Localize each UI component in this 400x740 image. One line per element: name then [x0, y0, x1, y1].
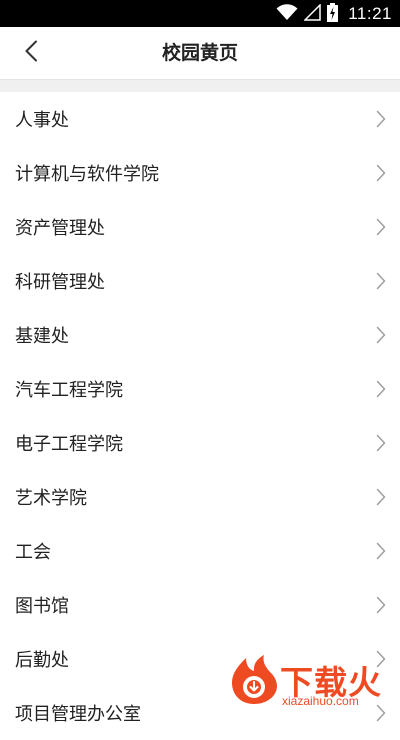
back-button[interactable] [14, 37, 48, 69]
list-item[interactable]: 电子工程学院 [0, 416, 400, 470]
list-item-label: 科研管理处 [15, 272, 105, 293]
department-list: 人事处 计算机与软件学院 资产管理处 科研管理处 基建处 汽车工程学院 电子工程… [0, 92, 400, 740]
page-title: 校园黄页 [161, 42, 238, 64]
section-divider [0, 80, 400, 92]
flame-logo-icon [232, 655, 277, 704]
list-item[interactable]: 工会 [0, 524, 400, 578]
chevron-right-icon [376, 488, 386, 506]
list-item-label: 艺术学院 [15, 488, 87, 509]
list-item-label: 后勤处 [15, 650, 69, 671]
status-icons: 11:21 [276, 2, 392, 26]
list-item-label: 人事处 [15, 110, 69, 131]
status-time: 11:21 [348, 4, 392, 23]
list-item[interactable]: 艺术学院 [0, 470, 400, 524]
wifi-icon [276, 3, 298, 25]
list-item[interactable]: 计算机与软件学院 [0, 146, 400, 200]
battery-icon [327, 2, 339, 26]
list-item-label: 项目管理办公室 [15, 704, 141, 725]
list-item[interactable]: 资产管理处 [0, 200, 400, 254]
signal-icon [303, 2, 321, 25]
chevron-right-icon [376, 218, 386, 236]
nav-bar: 校园黄页 [0, 27, 400, 80]
watermark-url: xiazaihuo.com [282, 694, 359, 708]
list-item[interactable]: 图书馆 [0, 578, 400, 632]
list-item-label: 汽车工程学院 [15, 380, 123, 401]
chevron-right-icon [376, 434, 386, 452]
list-item[interactable]: 科研管理处 [0, 254, 400, 308]
chevron-right-icon [376, 542, 386, 560]
list-item[interactable]: 基建处 [0, 308, 400, 362]
list-item-label: 图书馆 [15, 596, 69, 617]
watermark: 下载火 xiazaihuo.com [228, 654, 396, 710]
list-item-label: 电子工程学院 [15, 434, 123, 455]
list-item[interactable]: 汽车工程学院 [0, 362, 400, 416]
list-item-label: 工会 [15, 542, 51, 563]
list-item-label: 基建处 [15, 326, 69, 347]
chevron-right-icon [376, 326, 386, 344]
status-bar: 11:21 [0, 0, 400, 27]
chevron-right-icon [376, 110, 386, 128]
chevron-right-icon [376, 272, 386, 290]
chevron-right-icon [376, 596, 386, 614]
list-item-label: 资产管理处 [15, 218, 105, 239]
list-item-label: 计算机与软件学院 [15, 164, 159, 185]
chevron-right-icon [376, 164, 386, 182]
chevron-left-icon [24, 40, 38, 66]
chevron-right-icon [376, 380, 386, 398]
list-item[interactable]: 人事处 [0, 92, 400, 146]
